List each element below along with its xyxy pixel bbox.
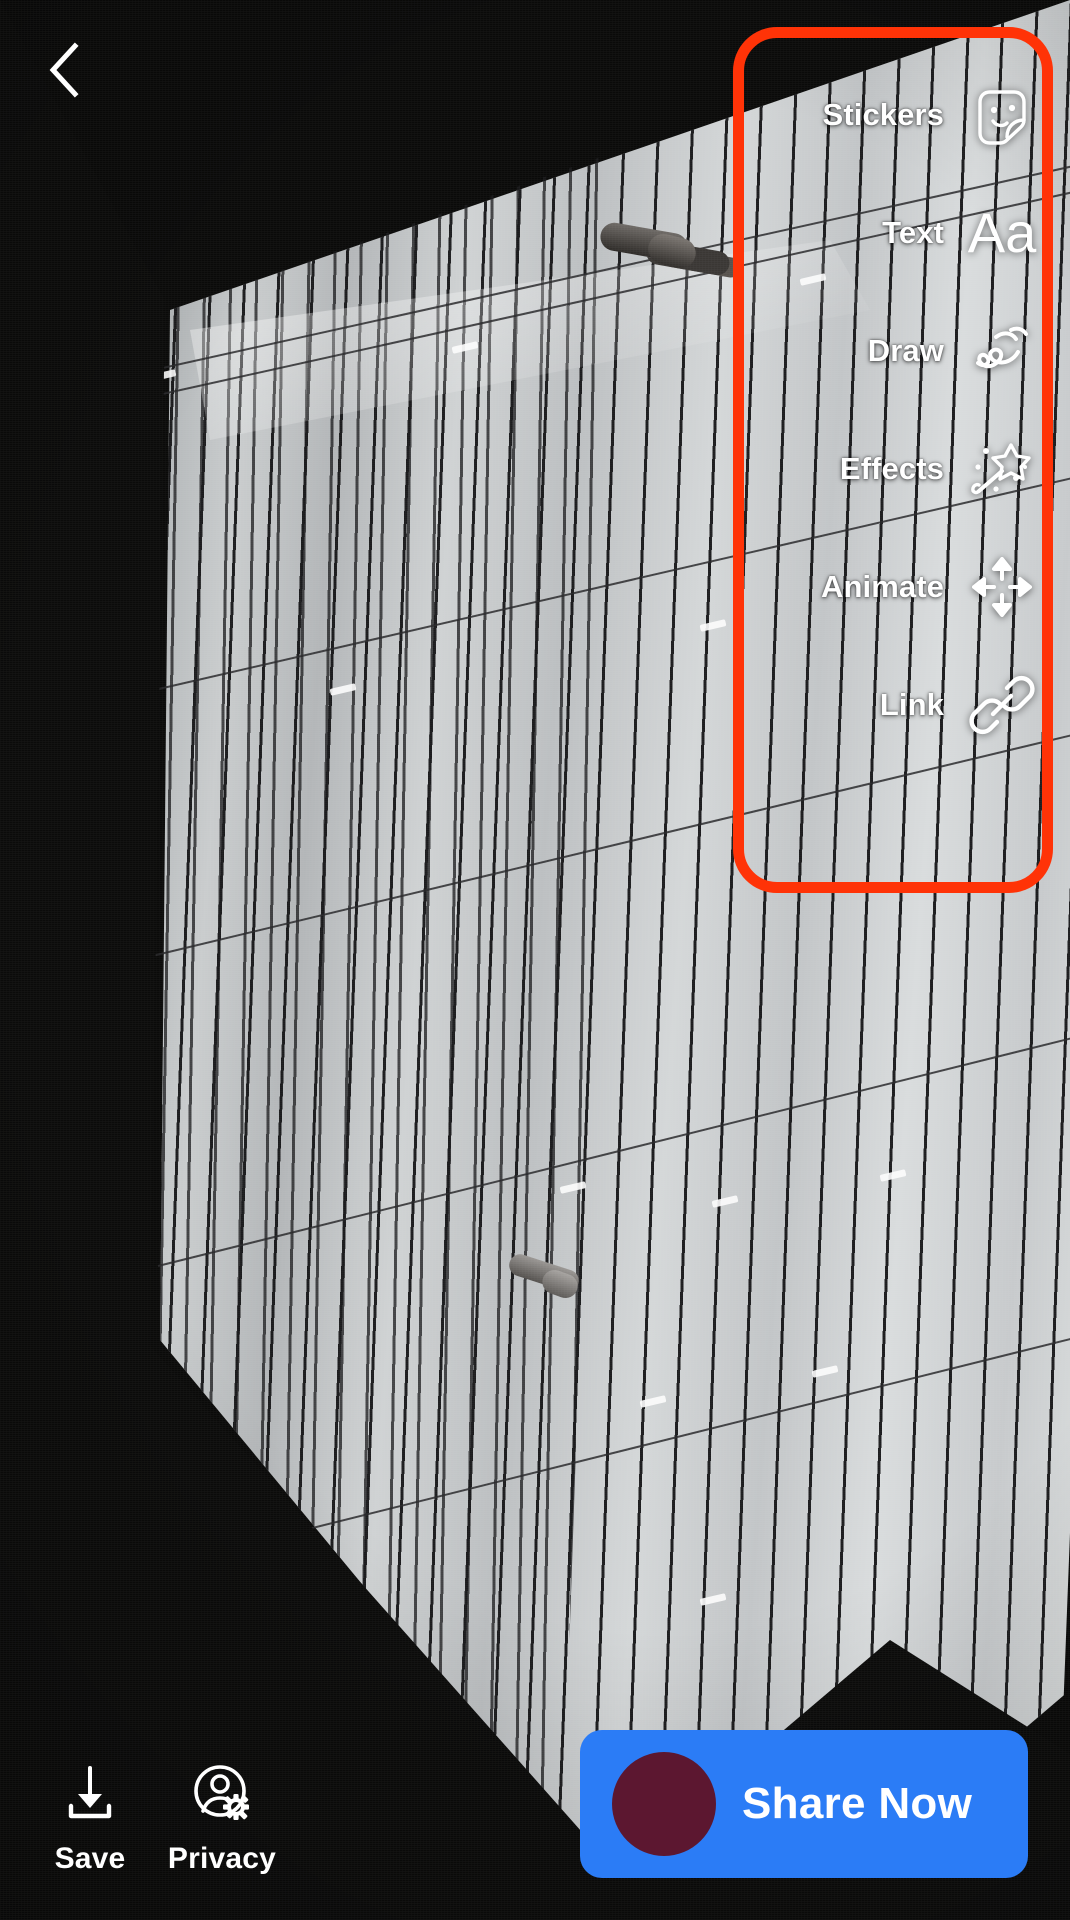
tool-menu: Stickers Text Aa Draw Effects Animate Li… <box>740 34 1052 890</box>
chevron-left-icon <box>44 41 84 103</box>
back-button[interactable] <box>24 32 104 112</box>
tool-item-effects[interactable]: Effects <box>740 410 1052 528</box>
share-now-button[interactable]: Share Now <box>580 1730 1028 1878</box>
text-aa-glyph: Aa <box>967 201 1037 264</box>
save-button[interactable]: Save <box>20 1762 160 1876</box>
tool-item-stickers[interactable]: Stickers <box>740 56 1052 174</box>
tool-item-link[interactable]: Link <box>740 646 1052 764</box>
tool-item-draw[interactable]: Draw <box>740 292 1052 410</box>
squiggle-draw-icon <box>966 315 1038 387</box>
text-aa-icon: Aa <box>966 197 1038 269</box>
tool-item-text[interactable]: Text Aa <box>740 174 1052 292</box>
tool-label-text: Text <box>882 215 944 250</box>
tool-item-animate[interactable]: Animate <box>740 528 1052 646</box>
tool-label-stickers: Stickers <box>822 97 944 132</box>
avatar <box>612 1752 716 1856</box>
download-arrow-icon <box>59 1762 121 1824</box>
tool-label-animate: Animate <box>820 569 944 604</box>
four-arrows-icon <box>966 551 1038 623</box>
privacy-label: Privacy <box>167 1842 277 1875</box>
save-label: Save <box>54 1842 126 1875</box>
tool-label-draw: Draw <box>867 333 944 368</box>
person-gear-icon <box>191 1762 253 1824</box>
bottom-toolbar: Save Privacy Share Now <box>0 1700 1070 1920</box>
story-editor-screen: Stickers Text Aa Draw Effects Animate Li… <box>0 0 1070 1920</box>
privacy-button[interactable]: Privacy <box>152 1762 292 1876</box>
magic-wand-icon <box>966 433 1038 505</box>
chain-link-icon <box>966 669 1038 741</box>
tool-label-link: Link <box>879 687 944 722</box>
share-now-label: Share Now <box>742 1779 973 1828</box>
tool-label-effects: Effects <box>839 451 944 486</box>
sticker-face-icon <box>966 79 1038 151</box>
